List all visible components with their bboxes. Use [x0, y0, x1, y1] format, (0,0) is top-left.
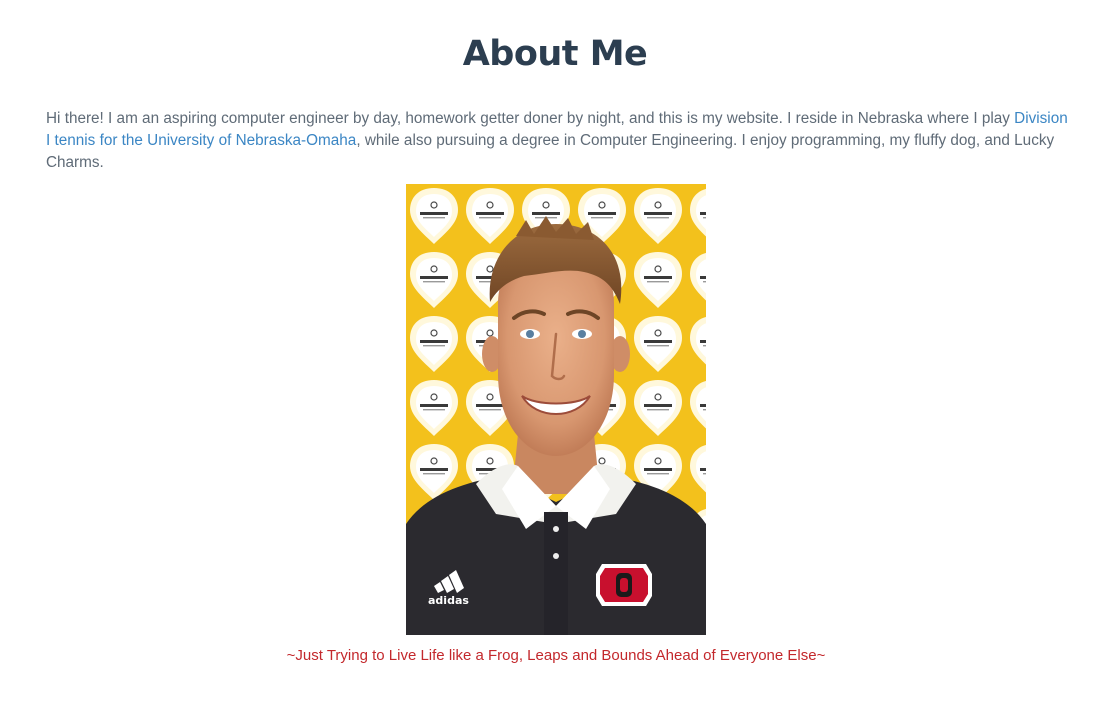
face [498, 252, 614, 456]
intro-text-start: Hi there! I am an aspiring computer engi… [46, 110, 1015, 127]
photo-caption: ~Just Trying to Live Life like a Frog, L… [286, 647, 826, 664]
shirt-button [553, 526, 559, 532]
uno-crest-logo [596, 564, 652, 606]
page-title: About Me [462, 34, 648, 74]
svg-text:adidas: adidas [428, 594, 469, 607]
intro-paragraph: Hi there! I am an aspiring computer engi… [46, 108, 1076, 174]
shirt-button [553, 553, 559, 559]
profile-photo: adidas [406, 184, 706, 635]
profile-photo-image: adidas [406, 184, 706, 635]
